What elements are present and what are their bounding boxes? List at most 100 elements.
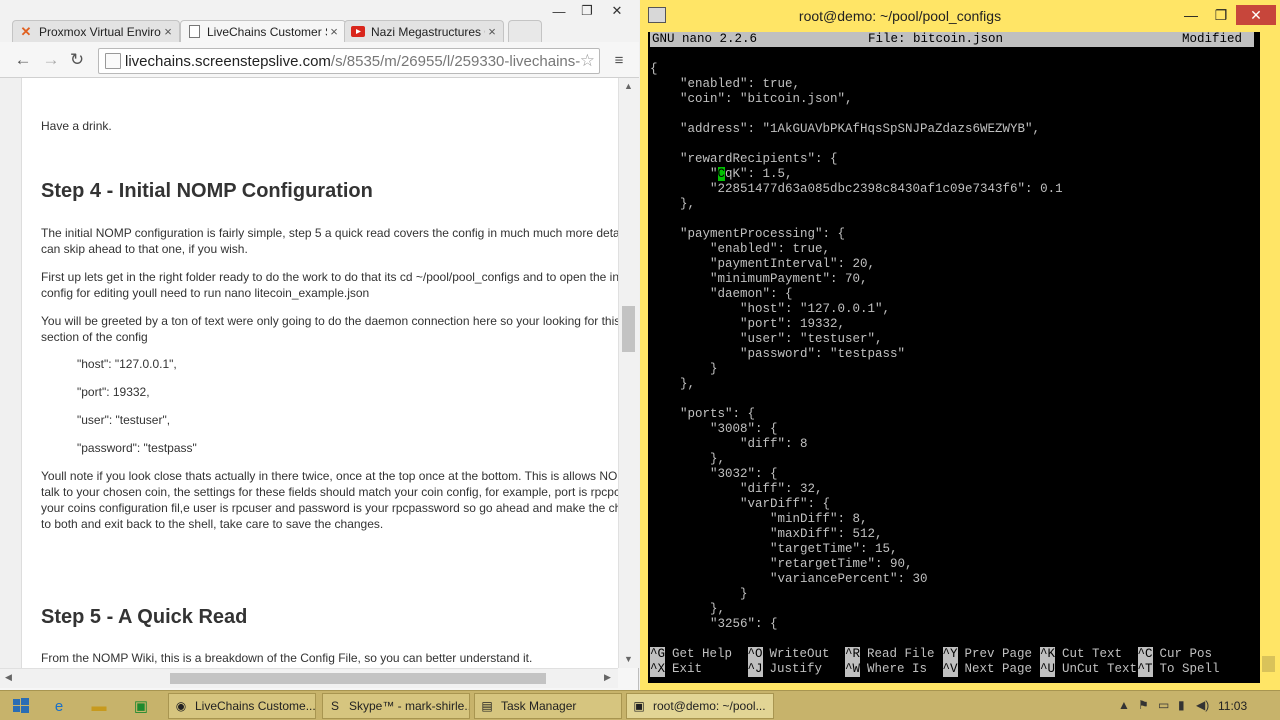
terminal-line: "minDiff": 8, <box>650 512 868 526</box>
text-cursor: C <box>717 167 726 181</box>
clock[interactable]: 11:03 <box>1218 699 1247 713</box>
taskbar-button[interactable]: S Skype™ - mark-shirle... <box>322 693 470 719</box>
bookmark-star-icon[interactable]: ☆ <box>579 51 595 71</box>
shortcut-key: ^V <box>942 662 958 677</box>
terminal-line: }, <box>650 452 726 466</box>
terminal-line: "user": "testuser", <box>650 332 883 346</box>
shortcut-key: ^K <box>1040 647 1056 662</box>
minimize-icon[interactable]: — <box>1176 5 1206 25</box>
reload-icon[interactable]: ↻ <box>66 49 88 71</box>
shortcut-key: ^Y <box>942 647 958 662</box>
close-tab-icon[interactable]: × <box>161 24 175 39</box>
code-line-password: "password": "testpass" <box>77 441 197 455</box>
terminal-line: "diff": 8 <box>650 437 808 451</box>
terminal-line: "enabled": true, <box>650 242 831 256</box>
scrollbar-thumb[interactable] <box>170 673 546 684</box>
network-icon[interactable]: ▮ <box>1178 698 1185 712</box>
shortcut-label: Next Page <box>964 662 1033 676</box>
scroll-up-icon[interactable]: ▲ <box>624 81 633 91</box>
terminal-line: "daemon": { <box>650 287 793 301</box>
url-host: livechains.screenstepslive.com <box>125 52 331 70</box>
terminal-screen[interactable]: GNU nano 2.2.6 File: bitcoin.json Modifi… <box>648 32 1260 683</box>
shortcut-label: UnCut Text <box>1062 662 1138 676</box>
horizontal-scrollbar[interactable]: ◀ ▶ <box>0 668 618 688</box>
tab-livechains[interactable]: LiveChains Customer S × <box>180 20 346 42</box>
close-tab-icon[interactable]: × <box>327 24 341 39</box>
address-bar[interactable]: livechains.screenstepslive.com/s/8535/m/… <box>98 48 600 74</box>
maximize-icon[interactable]: ❐ <box>1206 5 1236 25</box>
window-title: root@demo: ~/pool/pool_configs <box>798 8 1002 24</box>
page-content: Have a drink. Step 4 - Initial NOMP Conf… <box>0 78 618 668</box>
step5-heading: Step 5 - A Quick Read <box>41 606 248 628</box>
shortcut-key: ^T <box>1137 662 1153 677</box>
page-icon <box>105 53 121 69</box>
new-tab-button[interactable] <box>508 20 542 42</box>
tab-youtube[interactable]: Nazi Megastructures 0 × <box>344 20 504 42</box>
shortcut-label: Justify <box>769 662 823 676</box>
code-line-host: "host": "127.0.0.1", <box>77 357 177 371</box>
close-icon[interactable]: ✕ <box>1236 5 1276 25</box>
store-icon[interactable]: ▣ <box>124 694 158 718</box>
shortcut-label: Cut Text <box>1062 647 1123 661</box>
terminal-line: "variancePercent": 30 <box>650 572 928 586</box>
terminal-line: "3032": { <box>650 467 778 481</box>
shortcut-key: ^R <box>845 647 861 662</box>
windows-start-icon[interactable] <box>4 694 38 718</box>
shortcut-label: Cur Pos <box>1159 647 1213 661</box>
terminal-line: "paymentProcessing": { <box>650 227 846 241</box>
taskbar-button[interactable]: ▤ Task Manager <box>474 693 622 719</box>
terminal-line: "coin": "bitcoin.json", <box>650 92 853 106</box>
scrollbar-thumb[interactable] <box>622 306 635 352</box>
terminal-line: "targetTime": 15, <box>650 542 898 556</box>
step4-heading: Step 4 - Initial NOMP Configuration <box>41 180 373 202</box>
close-icon[interactable]: ✕ <box>604 2 630 20</box>
terminal-line: } <box>650 587 748 601</box>
terminal-line: "password": "testpass" <box>650 347 906 361</box>
nano-status: Modified <box>1182 32 1243 46</box>
shortcut-key: ^X <box>650 662 666 677</box>
scroll-left-icon[interactable]: ◀ <box>5 672 12 683</box>
shortcut-key: ^C <box>1137 647 1153 662</box>
code-line-port: "port": 19332, <box>77 385 150 399</box>
minimize-icon[interactable]: — <box>546 2 572 20</box>
intro-text: Have a drink. <box>41 119 112 133</box>
taskbar-button[interactable]: ◉ LiveChains Custome... <box>168 693 316 719</box>
browser-toolbar: ← → ↻ livechains.screenstepslive.com/s/8… <box>0 42 639 78</box>
vertical-scrollbar[interactable]: ▲ ▼ <box>618 78 639 668</box>
menu-icon[interactable]: ≡ <box>608 49 630 71</box>
url-path: /s/8535/m/26955/l/259330-livechains- <box>330 52 581 70</box>
maximize-icon[interactable]: ❐ <box>574 2 600 20</box>
shortcut-label: Exit <box>672 662 703 676</box>
terminal-scrollbar[interactable] <box>1260 32 1277 683</box>
monitor-icon[interactable]: ▭ <box>1158 698 1169 712</box>
taskbar-button-label: LiveChains Custome... <box>195 699 316 713</box>
taskbar-button-label: Task Manager <box>501 699 577 713</box>
tab-label: LiveChains Customer S <box>207 24 327 39</box>
nano-version: GNU nano 2.2.6 <box>652 32 758 46</box>
terminal-line: }, <box>650 602 726 616</box>
paragraph-line: talk to your chosen coin, the settings f… <box>41 485 618 499</box>
forward-icon[interactable]: → <box>40 49 62 71</box>
taskbar-button[interactable]: ▣ root@demo: ~/pool... <box>626 693 774 719</box>
volume-icon[interactable]: ◀) <box>1196 698 1209 712</box>
back-icon[interactable]: ← <box>12 49 34 71</box>
scrollbar-thumb[interactable] <box>1262 656 1275 672</box>
paragraph-line: Youll note if you look close thats actua… <box>41 469 618 483</box>
scroll-right-icon[interactable]: ▶ <box>604 672 611 683</box>
tray-arrow-icon[interactable]: ▲ <box>1118 698 1130 712</box>
nano-filename: File: bitcoin.json <box>868 32 1004 46</box>
file-explorer-icon[interactable]: ▬ <box>82 694 116 718</box>
shortcut-label: Read File <box>867 647 935 661</box>
youtube-icon <box>351 25 365 39</box>
tab-proxmox[interactable]: ✕ Proxmox Virtual Enviro × <box>12 20 180 42</box>
putty-icon: ▣ <box>633 699 645 713</box>
shortcut-key: ^U <box>1040 662 1056 677</box>
scroll-down-icon[interactable]: ▼ <box>624 654 633 664</box>
internet-explorer-icon[interactable]: e <box>42 694 76 718</box>
paragraph-line: First up lets get in the right folder re… <box>41 270 618 284</box>
paragraph-line: From the NOMP Wiki, this is a breakdown … <box>41 651 533 665</box>
close-tab-icon[interactable]: × <box>485 24 499 39</box>
flag-icon[interactable]: ⚑ <box>1138 698 1149 712</box>
nano-header: GNU nano 2.2.6 File: bitcoin.json Modifi… <box>650 32 1254 47</box>
chrome-icon: ◉ <box>175 699 187 713</box>
